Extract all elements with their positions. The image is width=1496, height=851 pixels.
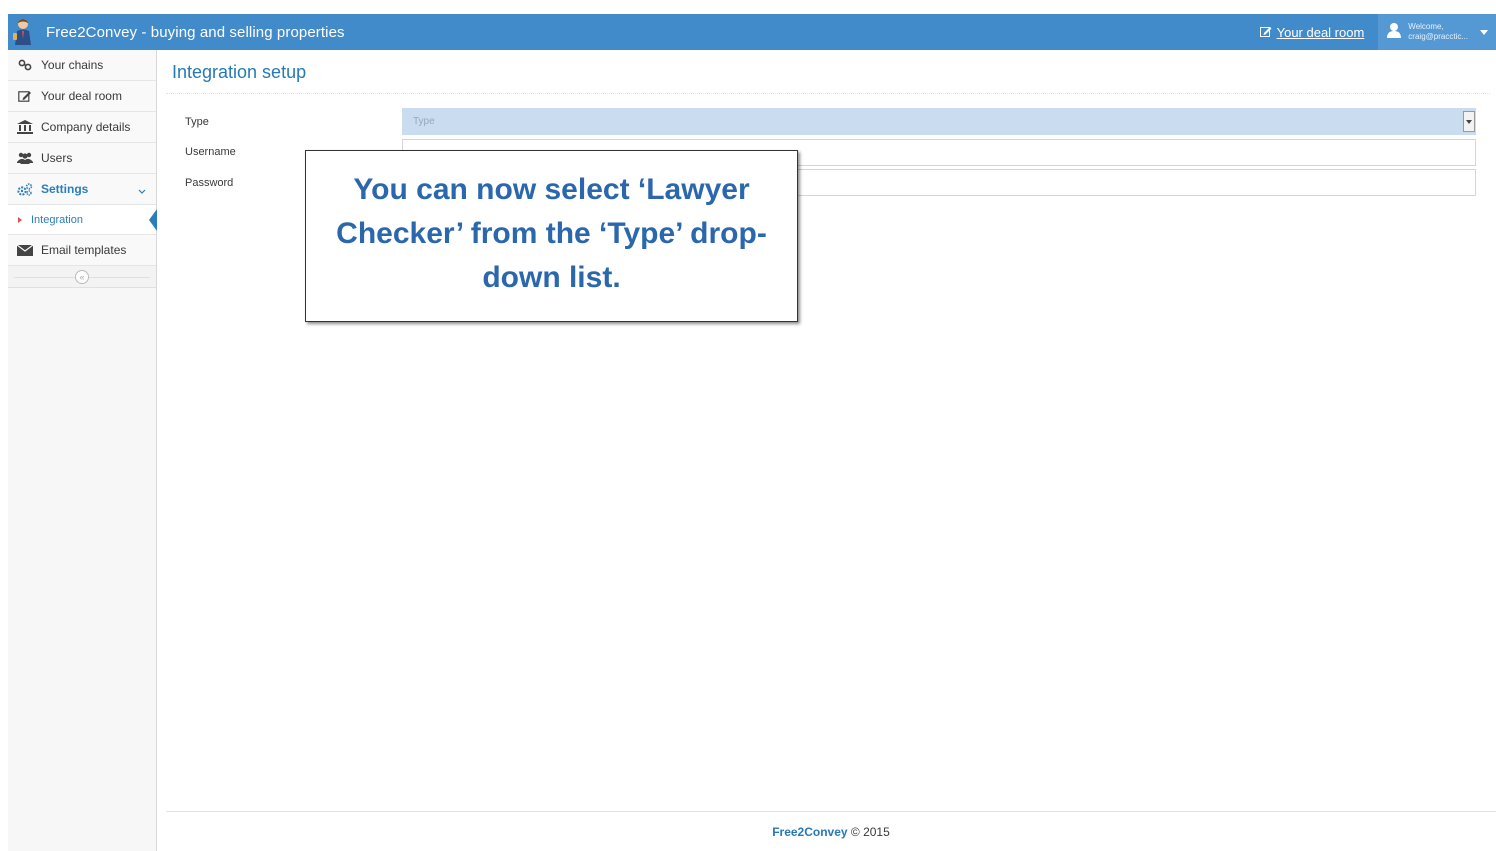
link-icon [17, 58, 33, 72]
page-title: Integration setup [172, 62, 307, 82]
active-marker [149, 209, 157, 231]
chevron-down-icon [138, 184, 146, 198]
select-arrow-icon[interactable] [1463, 111, 1475, 132]
user-email: craig@pracctic... [1408, 32, 1468, 41]
sidebar-item-label: Your deal room [41, 89, 122, 103]
sidebar-item-company-details[interactable]: Company details [8, 112, 156, 143]
footer-brand: Free2Convey [772, 825, 848, 839]
sidebar-item-label: Users [41, 151, 73, 165]
sidebar-item-settings[interactable]: Settings [8, 174, 156, 205]
app-title: Free2Convey - buying and selling propert… [46, 23, 345, 41]
user-avatar-icon [1386, 22, 1402, 43]
brand[interactable]: Free2Convey - buying and selling propert… [8, 14, 345, 50]
sidebar-collapse-row: « [8, 266, 156, 288]
caret-right-icon [18, 216, 22, 223]
sidebar-item-your-deal-room[interactable]: Your deal room [8, 81, 156, 112]
password-label: Password [185, 177, 234, 189]
deal-room-link-label: Your deal room [1276, 24, 1365, 40]
users-icon [17, 151, 33, 165]
mascot-logo-icon [12, 17, 34, 47]
edit-icon [17, 89, 33, 103]
welcome-text: Welcome, [1408, 22, 1444, 31]
collapse-sidebar-button[interactable]: « [75, 269, 89, 284]
sidebar-item-your-chains[interactable]: Your chains [8, 50, 156, 81]
sidebar-item-label: Email templates [41, 243, 127, 257]
sidebar-item-users[interactable]: Users [8, 143, 156, 174]
sidebar-item-label: Your chains [41, 58, 104, 72]
type-select-placeholder: Type [413, 116, 435, 127]
bank-icon [17, 120, 33, 134]
cogs-icon [17, 182, 33, 196]
sidebar-subitem-integration[interactable]: Integration [8, 205, 157, 235]
footer-copyright: © 2015 [847, 825, 890, 839]
user-menu[interactable]: Welcome, craig@pracctic... [1378, 14, 1496, 50]
type-select[interactable]: Type [402, 108, 1476, 135]
user-info: Welcome, craig@pracctic... [1408, 22, 1468, 42]
sidebar-item-label: Company details [41, 120, 131, 134]
sidebar-item-label: Settings [41, 182, 89, 196]
footer-divider [166, 811, 1496, 812]
deal-room-link[interactable]: Your deal room [1248, 25, 1377, 40]
caret-down-icon [1480, 29, 1488, 35]
type-label: Type [185, 116, 209, 128]
footer: Free2Convey © 2015 [166, 825, 1496, 839]
username-label: Username [185, 146, 236, 158]
navbar-right: Your deal room Welcome, craig@pracctic..… [1248, 14, 1496, 50]
envelope-icon [17, 243, 33, 257]
edit-icon [1259, 25, 1272, 40]
title-divider [166, 93, 1490, 94]
sidebar-item-email-templates[interactable]: Email templates [8, 235, 156, 266]
callout-text: You can now select ‘Lawyer Checker’ from… [336, 173, 767, 294]
top-navbar: Free2Convey - buying and selling propert… [8, 14, 1496, 50]
sidebar: Your chains Your deal room Company detai… [8, 50, 157, 851]
tutorial-callout: You can now select ‘Lawyer Checker’ from… [305, 150, 798, 322]
sidebar-subitem-label: Integration [31, 213, 83, 226]
